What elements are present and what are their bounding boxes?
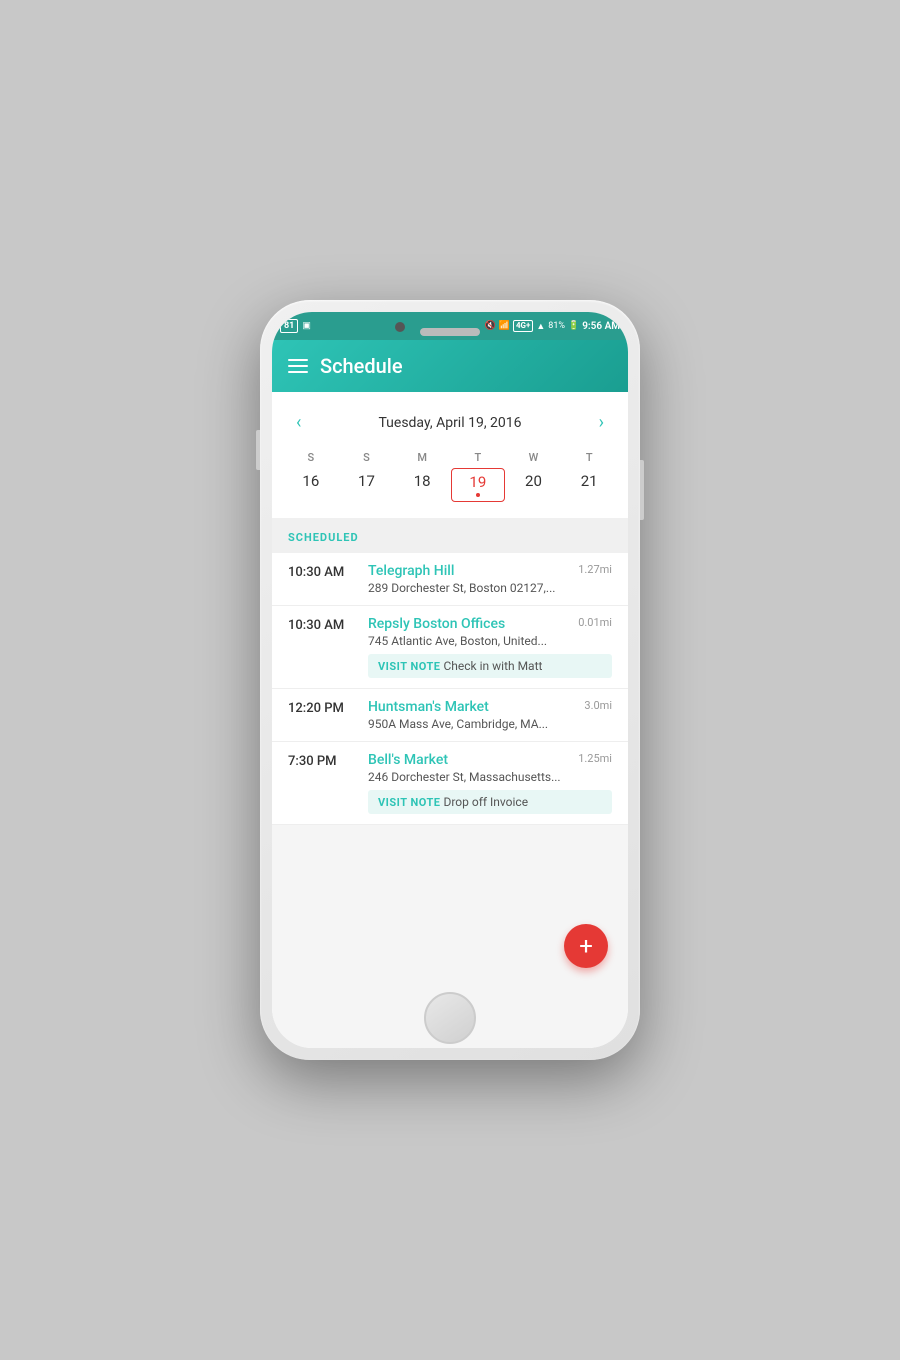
calendar-section: ‹ Tuesday, April 19, 2016 › S S M T W T …	[272, 392, 628, 518]
item-row-1: 10:30 AM Telegraph Hill 1.27mi 289 Dorch…	[288, 563, 612, 595]
app-bar: Schedule	[272, 340, 628, 392]
phone-screen: 81 ▣ 🔇 📶 4G+ ▲ 81% 🔋 9:56 AM	[272, 312, 628, 1048]
visit-note-text-4: Drop off Invoice	[443, 795, 528, 809]
day-21[interactable]: 21	[562, 468, 616, 502]
item-name-row-3: Huntsman's Market 3.0mi	[368, 699, 612, 715]
item-row-3: 12:20 PM Huntsman's Market 3.0mi 950A Ma…	[288, 699, 612, 731]
camera	[395, 322, 405, 332]
day-20[interactable]: 20	[507, 468, 561, 502]
item-name-3: Huntsman's Market	[368, 699, 489, 715]
app-title: Schedule	[320, 354, 403, 378]
sim-icon: ▣	[302, 321, 311, 331]
item-name-1: Telegraph Hill	[368, 563, 454, 579]
day-19[interactable]: 19	[451, 468, 505, 502]
item-time-4: 7:30 PM	[288, 752, 356, 769]
item-address-2: 745 Atlantic Ave, Boston, United...	[368, 634, 612, 648]
power-button	[640, 460, 644, 520]
signal-icon: ▲	[536, 321, 545, 332]
status-icons: 🔇 📶 4G+ ▲ 81% 🔋 9:56 AM	[485, 320, 620, 332]
home-button[interactable]	[424, 992, 476, 1044]
visit-note-text-2: Check in with Matt	[443, 659, 542, 673]
visit-note-label-4: VISIT NOTE	[378, 796, 441, 809]
calendar-grid: S S M T W T 16 17 18 19 20 21	[284, 445, 616, 510]
day-header-m: M	[395, 449, 449, 466]
item-distance-3: 3.0mi	[584, 699, 612, 712]
item-name-row-4: Bell's Market 1.25mi	[368, 752, 612, 768]
item-details-2: Repsly Boston Offices 0.01mi 745 Atlanti…	[368, 616, 612, 678]
item-time-3: 12:20 PM	[288, 699, 356, 716]
day-17[interactable]: 17	[340, 468, 394, 502]
menu-button[interactable]	[288, 359, 308, 373]
list-item[interactable]: 7:30 PM Bell's Market 1.25mi 246 Dorches…	[272, 742, 628, 825]
item-distance-1: 1.27mi	[578, 563, 612, 576]
menu-line-3	[288, 371, 308, 373]
day-18[interactable]: 18	[395, 468, 449, 502]
mute-icon: 🔇	[485, 321, 496, 331]
phone-frame: 81 ▣ 🔇 📶 4G+ ▲ 81% 🔋 9:56 AM	[260, 300, 640, 1060]
item-address-1: 289 Dorchester St, Boston 02127,...	[368, 581, 612, 595]
item-name-4: Bell's Market	[368, 752, 448, 768]
battery-icon: 🔋	[568, 321, 579, 331]
status-time: 9:56 AM	[582, 321, 620, 332]
menu-line-2	[288, 365, 308, 367]
day-header-t1: T	[451, 449, 505, 466]
speaker	[420, 328, 480, 336]
schedule-section: SCHEDULED 10:30 AM Telegraph Hill 1.27mi…	[272, 518, 628, 1048]
day-header-s1: S	[284, 449, 338, 466]
add-button[interactable]: +	[564, 924, 608, 968]
next-arrow[interactable]: ›	[591, 408, 612, 437]
item-name-2: Repsly Boston Offices	[368, 616, 505, 632]
day-header-t2: T	[562, 449, 616, 466]
item-row-2: 10:30 AM Repsly Boston Offices 0.01mi 74…	[288, 616, 612, 678]
notification-badge: 81	[280, 319, 298, 333]
item-address-3: 950A Mass Ave, Cambridge, MA...	[368, 717, 612, 731]
item-details-1: Telegraph Hill 1.27mi 289 Dorchester St,…	[368, 563, 612, 595]
item-distance-4: 1.25mi	[578, 752, 612, 765]
list-item[interactable]: 10:30 AM Repsly Boston Offices 0.01mi 74…	[272, 606, 628, 689]
visit-note-label-2: VISIT NOTE	[378, 660, 441, 673]
status-left: 81 ▣	[280, 319, 311, 333]
lte-badge: 4G+	[513, 320, 533, 332]
visit-note-2: VISIT NOTE Check in with Matt	[368, 654, 612, 678]
app-screen: 81 ▣ 🔇 📶 4G+ ▲ 81% 🔋 9:56 AM	[272, 312, 628, 1048]
list-item[interactable]: 12:20 PM Huntsman's Market 3.0mi 950A Ma…	[272, 689, 628, 742]
item-time-2: 10:30 AM	[288, 616, 356, 633]
list-item[interactable]: 10:30 AM Telegraph Hill 1.27mi 289 Dorch…	[272, 553, 628, 606]
item-name-row-1: Telegraph Hill 1.27mi	[368, 563, 612, 579]
menu-line-1	[288, 359, 308, 361]
item-details-3: Huntsman's Market 3.0mi 950A Mass Ave, C…	[368, 699, 612, 731]
schedule-header: SCHEDULED	[272, 518, 628, 553]
day-16[interactable]: 16	[284, 468, 338, 502]
item-time-1: 10:30 AM	[288, 563, 356, 580]
prev-arrow[interactable]: ‹	[288, 408, 309, 437]
day-header-w: W	[507, 449, 561, 466]
wifi-icon: 📶	[499, 321, 510, 331]
item-details-4: Bell's Market 1.25mi 246 Dorchester St, …	[368, 752, 612, 814]
today-dot	[476, 493, 480, 497]
item-name-row-2: Repsly Boston Offices 0.01mi	[368, 616, 612, 632]
item-row-4: 7:30 PM Bell's Market 1.25mi 246 Dorches…	[288, 752, 612, 814]
item-address-4: 246 Dorchester St, Massachusetts...	[368, 770, 612, 784]
calendar-nav: ‹ Tuesday, April 19, 2016 ›	[284, 400, 616, 445]
visit-note-4: VISIT NOTE Drop off Invoice	[368, 790, 612, 814]
item-distance-2: 0.01mi	[578, 616, 612, 629]
battery-pct: 81%	[548, 321, 565, 331]
volume-button	[256, 430, 260, 470]
calendar-date: Tuesday, April 19, 2016	[378, 415, 521, 431]
section-label: SCHEDULED	[288, 531, 359, 544]
day-header-s2: S	[340, 449, 394, 466]
